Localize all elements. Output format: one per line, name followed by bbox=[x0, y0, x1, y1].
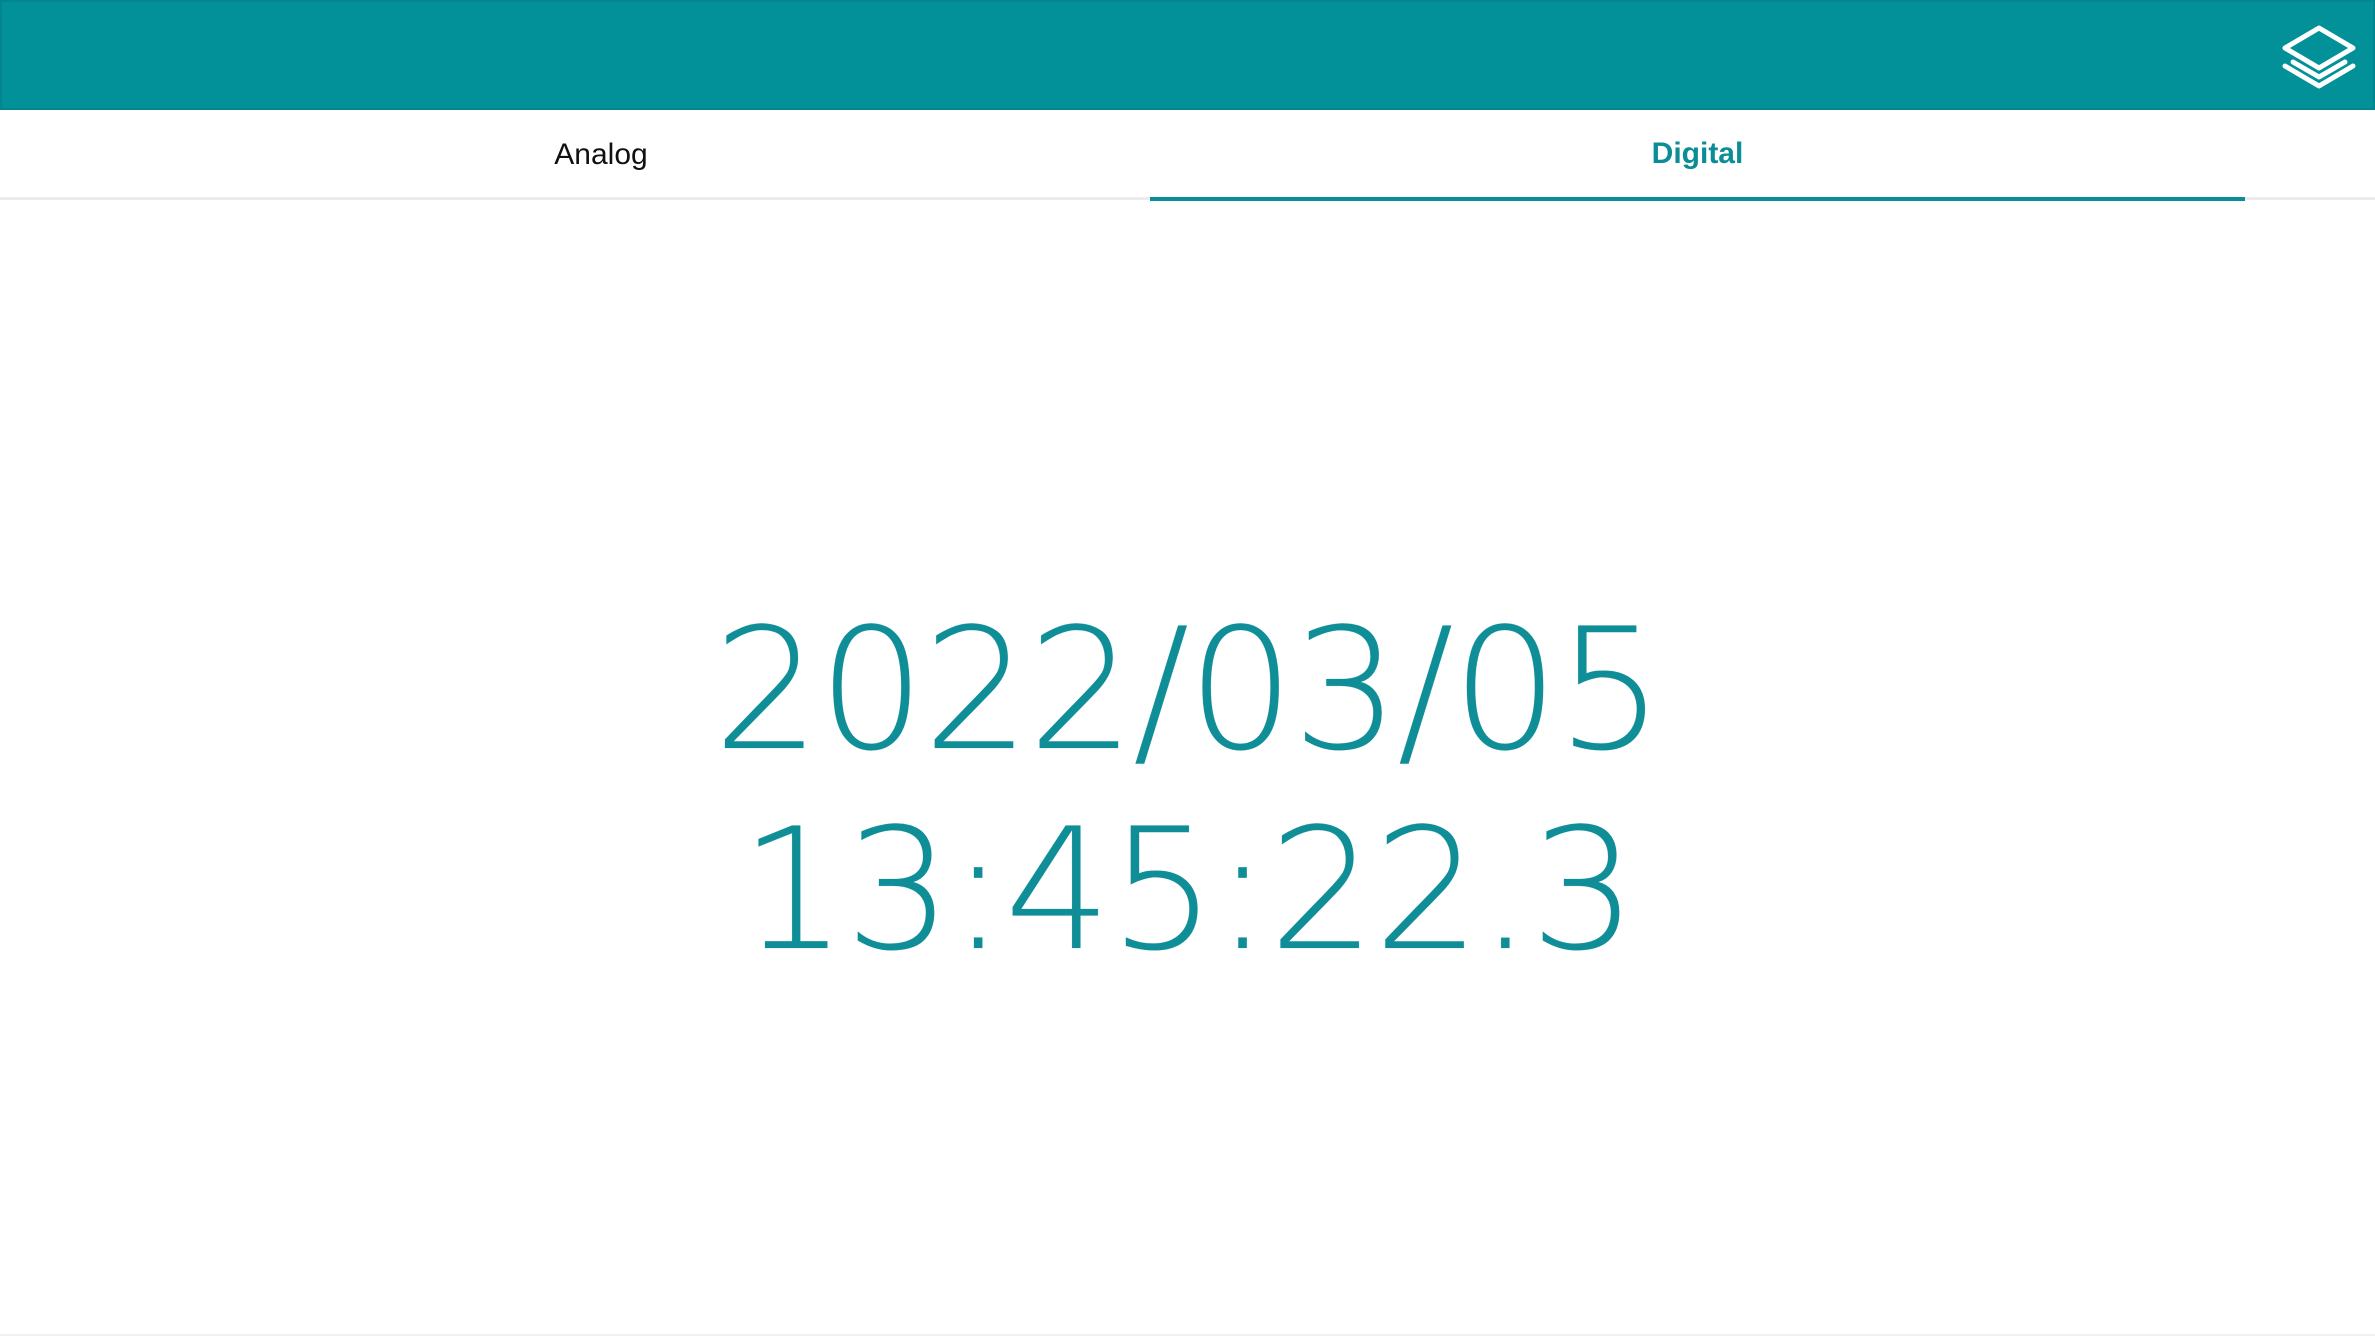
clock-time: 13:45:22.3 bbox=[740, 792, 1637, 988]
tab-digital-label: Digital bbox=[1651, 136, 1744, 170]
tab-digital[interactable]: Digital bbox=[1150, 110, 2245, 201]
layers-button[interactable] bbox=[2281, 24, 2357, 92]
tab-bar: Analog Digital bbox=[0, 110, 2375, 201]
tab-analog[interactable]: Analog bbox=[0, 110, 1202, 200]
digital-clock-display: 2022/03/05 13:45:22.3 bbox=[0, 590, 2375, 990]
layers-icon bbox=[2282, 25, 2356, 89]
tab-analog-label: Analog bbox=[554, 138, 648, 171]
clock-app: Analog Digital 2022/03/05 13:45:22.3 bbox=[0, 0, 2375, 1336]
app-header bbox=[0, 0, 2375, 110]
clock-date: 2022/03/05 bbox=[713, 592, 1663, 788]
